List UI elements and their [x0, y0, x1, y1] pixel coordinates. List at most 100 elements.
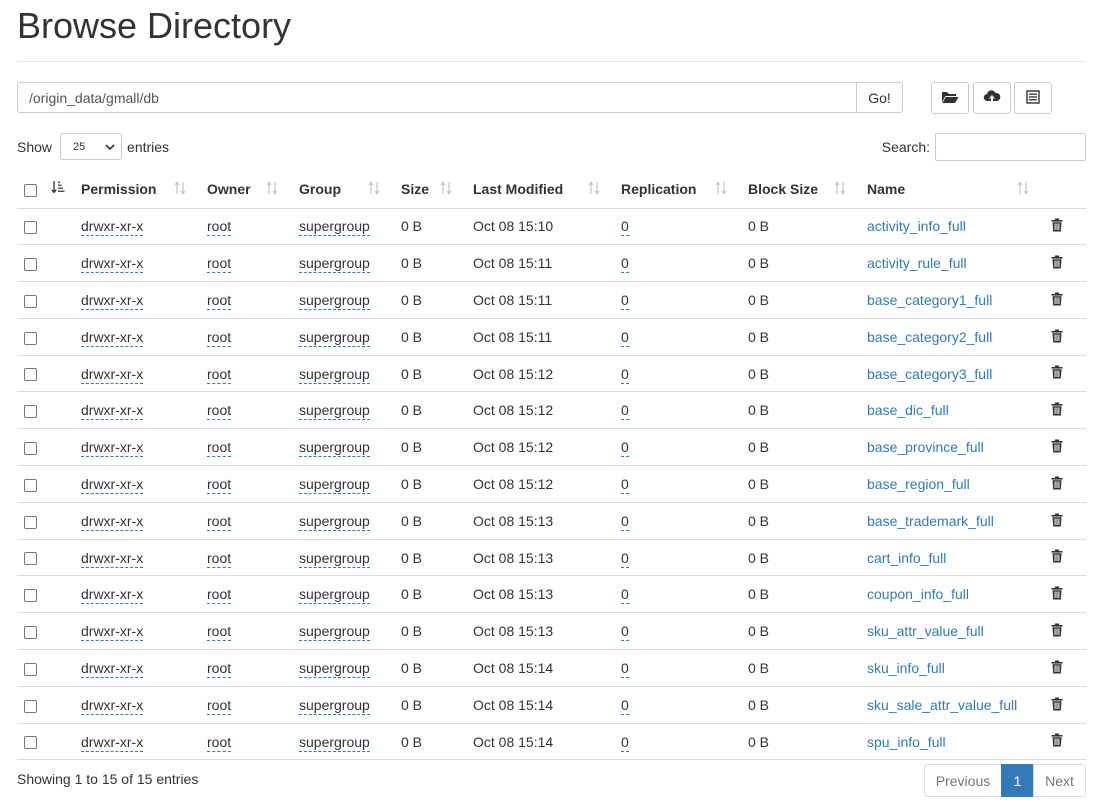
directory-name-link[interactable]: sku_info_full: [867, 660, 945, 676]
owner-link[interactable]: root: [207, 255, 232, 274]
trash-icon[interactable]: [1051, 329, 1063, 346]
next-page-button[interactable]: Next: [1033, 764, 1086, 797]
permission-link[interactable]: drwxr-xr-x: [81, 586, 144, 605]
owner-link[interactable]: root: [207, 586, 232, 605]
replication-link[interactable]: 0: [621, 402, 629, 421]
row-checkbox[interactable]: [24, 552, 37, 566]
directory-name-link[interactable]: base_category2_full: [867, 329, 992, 345]
search-input[interactable]: [935, 133, 1086, 161]
owner-link[interactable]: root: [207, 512, 232, 531]
owner-link[interactable]: root: [207, 439, 232, 458]
permission-link[interactable]: drwxr-xr-x: [81, 512, 144, 531]
row-checkbox[interactable]: [24, 441, 37, 455]
directory-name-link[interactable]: base_province_full: [867, 439, 984, 455]
owner-link[interactable]: root: [207, 733, 232, 752]
replication-link[interactable]: 0: [621, 255, 629, 274]
permission-link[interactable]: drwxr-xr-x: [81, 218, 144, 237]
replication-link[interactable]: 0: [621, 549, 629, 568]
directory-name-link[interactable]: activity_rule_full: [867, 255, 967, 271]
directory-name-link[interactable]: spu_info_full: [867, 734, 946, 750]
group-link[interactable]: supergroup: [299, 549, 370, 568]
group-link[interactable]: supergroup: [299, 365, 370, 384]
trash-icon[interactable]: [1051, 476, 1063, 493]
permission-link[interactable]: drwxr-xr-x: [81, 402, 144, 421]
replication-link[interactable]: 0: [621, 733, 629, 752]
permission-link[interactable]: drwxr-xr-x: [81, 255, 144, 274]
group-link[interactable]: supergroup: [299, 402, 370, 421]
replication-link[interactable]: 0: [621, 475, 629, 494]
group-link[interactable]: supergroup: [299, 623, 370, 642]
row-checkbox[interactable]: [24, 515, 37, 529]
replication-link[interactable]: 0: [621, 365, 629, 384]
row-checkbox[interactable]: [24, 221, 37, 235]
select-all-checkbox[interactable]: [24, 183, 37, 197]
row-checkbox[interactable]: [24, 736, 37, 750]
group-link[interactable]: supergroup: [299, 291, 370, 310]
group-link[interactable]: supergroup: [299, 439, 370, 458]
entries-per-page-select[interactable]: 25: [60, 133, 123, 160]
owner-link[interactable]: root: [207, 218, 232, 237]
trash-icon[interactable]: [1051, 697, 1063, 714]
directory-name-link[interactable]: sku_attr_value_full: [867, 623, 984, 639]
owner-link[interactable]: root: [207, 549, 232, 568]
directory-name-link[interactable]: base_trademark_full: [867, 513, 994, 529]
permission-link[interactable]: drwxr-xr-x: [81, 623, 144, 642]
row-checkbox[interactable]: [24, 662, 37, 676]
row-checkbox[interactable]: [24, 368, 37, 382]
trash-icon[interactable]: [1051, 549, 1063, 566]
replication-link[interactable]: 0: [621, 328, 629, 347]
group-link[interactable]: supergroup: [299, 586, 370, 605]
permission-link[interactable]: drwxr-xr-x: [81, 549, 144, 568]
group-link[interactable]: supergroup: [299, 696, 370, 715]
permission-link[interactable]: drwxr-xr-x: [81, 659, 144, 678]
owner-link[interactable]: root: [207, 696, 232, 715]
owner-link[interactable]: root: [207, 475, 232, 494]
group-link[interactable]: supergroup: [299, 218, 370, 237]
group-link[interactable]: supergroup: [299, 328, 370, 347]
permission-link[interactable]: drwxr-xr-x: [81, 291, 144, 310]
column-header-last-modified[interactable]: Last Modified: [465, 170, 613, 209]
trash-icon[interactable]: [1051, 402, 1063, 419]
row-checkbox[interactable]: [24, 699, 37, 713]
group-link[interactable]: supergroup: [299, 733, 370, 752]
upload-files-button[interactable]: [973, 82, 1011, 114]
column-header-size[interactable]: Size: [393, 170, 465, 209]
replication-link[interactable]: 0: [621, 218, 629, 237]
row-checkbox[interactable]: [24, 331, 37, 345]
row-checkbox[interactable]: [24, 478, 37, 492]
previous-page-button[interactable]: Previous: [924, 764, 1002, 797]
trash-icon[interactable]: [1051, 513, 1063, 530]
replication-link[interactable]: 0: [621, 439, 629, 458]
replication-link[interactable]: 0: [621, 696, 629, 715]
permission-link[interactable]: drwxr-xr-x: [81, 365, 144, 384]
row-checkbox[interactable]: [24, 257, 37, 271]
replication-link[interactable]: 0: [621, 623, 629, 642]
permission-link[interactable]: drwxr-xr-x: [81, 696, 144, 715]
column-header-block-size[interactable]: Block Size: [740, 170, 859, 209]
owner-link[interactable]: root: [207, 328, 232, 347]
replication-link[interactable]: 0: [621, 586, 629, 605]
trash-icon[interactable]: [1051, 218, 1063, 235]
permission-link[interactable]: drwxr-xr-x: [81, 439, 144, 458]
trash-icon[interactable]: [1051, 292, 1063, 309]
directory-name-link[interactable]: base_region_full: [867, 476, 970, 492]
page-1-button[interactable]: 1: [1001, 764, 1034, 797]
directory-name-link[interactable]: base_dic_full: [867, 402, 949, 418]
trash-icon[interactable]: [1051, 623, 1063, 640]
permission-link[interactable]: drwxr-xr-x: [81, 733, 144, 752]
row-checkbox[interactable]: [24, 294, 37, 308]
trash-icon[interactable]: [1051, 439, 1063, 456]
sort-header[interactable]: [51, 170, 73, 209]
group-link[interactable]: supergroup: [299, 475, 370, 494]
trash-icon[interactable]: [1051, 733, 1063, 750]
owner-link[interactable]: root: [207, 623, 232, 642]
cut-paste-button[interactable]: [1014, 82, 1052, 114]
owner-link[interactable]: root: [207, 659, 232, 678]
directory-path-input[interactable]: [17, 82, 856, 113]
trash-icon[interactable]: [1051, 660, 1063, 677]
owner-link[interactable]: root: [207, 291, 232, 310]
column-header-permission[interactable]: Permission: [73, 170, 199, 209]
replication-link[interactable]: 0: [621, 291, 629, 310]
row-checkbox[interactable]: [24, 405, 37, 419]
permission-link[interactable]: drwxr-xr-x: [81, 475, 144, 494]
